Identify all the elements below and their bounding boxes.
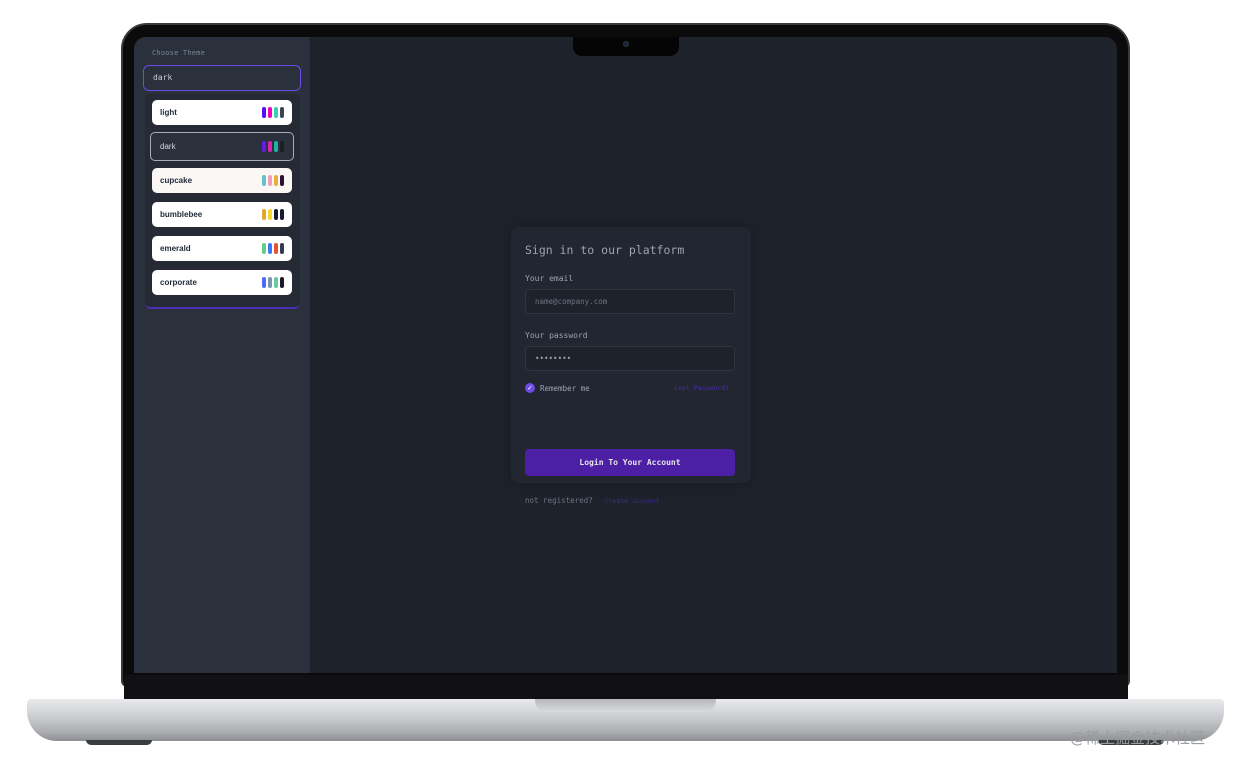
color-swatch xyxy=(274,107,278,118)
color-swatch xyxy=(280,107,284,118)
color-swatch xyxy=(274,209,278,220)
create-account-link[interactable]: Create account xyxy=(605,497,660,505)
theme-sidebar: Choose Theme dark light dark cupcake bum… xyxy=(134,37,310,673)
email-label: Your email xyxy=(525,274,574,283)
color-swatch xyxy=(268,277,272,288)
theme-option-bumblebee[interactable]: bumblebee xyxy=(152,202,292,227)
theme-dropdown: light dark cupcake bumblebee emerald cor… xyxy=(145,94,300,309)
color-swatch xyxy=(274,277,278,288)
remember-checkbox[interactable]: ✓ xyxy=(525,383,535,393)
theme-swatches xyxy=(262,107,284,118)
check-icon: ✓ xyxy=(527,384,533,392)
color-swatch xyxy=(262,141,266,152)
theme-select[interactable]: dark xyxy=(143,65,301,91)
remember-label: Remember me xyxy=(540,383,590,393)
color-swatch xyxy=(268,209,272,220)
login-card: Sign in to our platform Your email Your … xyxy=(511,227,751,505)
color-swatch xyxy=(280,209,284,220)
password-field[interactable] xyxy=(525,346,735,371)
choose-theme-label: Choose Theme xyxy=(152,49,205,57)
color-swatch xyxy=(268,141,272,152)
theme-swatches xyxy=(262,175,284,186)
register-row: not registered? Create account xyxy=(525,496,660,505)
login-button[interactable]: Login To Your Account xyxy=(525,449,735,476)
color-swatch xyxy=(262,209,266,220)
theme-option-emerald[interactable]: emerald xyxy=(152,236,292,261)
theme-option-light[interactable]: light xyxy=(152,100,292,125)
color-swatch xyxy=(274,243,278,254)
not-registered-text: not registered? xyxy=(525,496,593,505)
theme-option-dark[interactable]: dark xyxy=(150,132,294,161)
color-swatch xyxy=(280,277,284,288)
theme-option-label: cupcake xyxy=(160,176,193,185)
theme-option-label: emerald xyxy=(160,244,191,253)
camera-icon xyxy=(623,41,629,47)
theme-option-cupcake[interactable]: cupcake xyxy=(152,168,292,193)
theme-swatches xyxy=(262,141,284,152)
camera-notch xyxy=(573,37,679,56)
color-swatch xyxy=(262,243,266,254)
theme-option-label: bumblebee xyxy=(160,210,203,219)
theme-swatches xyxy=(262,277,284,288)
email-field[interactable] xyxy=(525,289,735,314)
theme-option-label: light xyxy=(160,108,177,117)
color-swatch xyxy=(274,141,278,152)
remember-row: ✓ Remember me Lost Password? xyxy=(525,382,735,394)
theme-swatches xyxy=(262,209,284,220)
laptop-foot-left xyxy=(86,740,152,745)
color-swatch xyxy=(262,277,266,288)
screen: Choose Theme dark light dark cupcake bum… xyxy=(134,37,1117,673)
color-swatch xyxy=(280,141,284,152)
theme-option-label: corporate xyxy=(160,278,197,287)
theme-option-label: dark xyxy=(160,142,176,151)
color-swatch xyxy=(268,107,272,118)
color-swatch xyxy=(262,107,266,118)
color-swatch xyxy=(280,243,284,254)
forgot-password-link[interactable]: Lost Password? xyxy=(674,384,729,392)
screen-bottom-bezel xyxy=(124,675,1128,699)
theme-option-corporate[interactable]: corporate xyxy=(152,270,292,295)
color-swatch xyxy=(274,175,278,186)
watermark: @稀土掘金技术社区 xyxy=(1070,729,1206,747)
color-swatch xyxy=(280,175,284,186)
color-swatch xyxy=(268,175,272,186)
theme-swatches xyxy=(262,243,284,254)
color-swatch xyxy=(262,175,266,186)
login-title: Sign in to our platform xyxy=(525,243,685,257)
color-swatch xyxy=(268,243,272,254)
laptop-opening-groove xyxy=(535,699,716,712)
password-label: Your password xyxy=(525,331,588,340)
